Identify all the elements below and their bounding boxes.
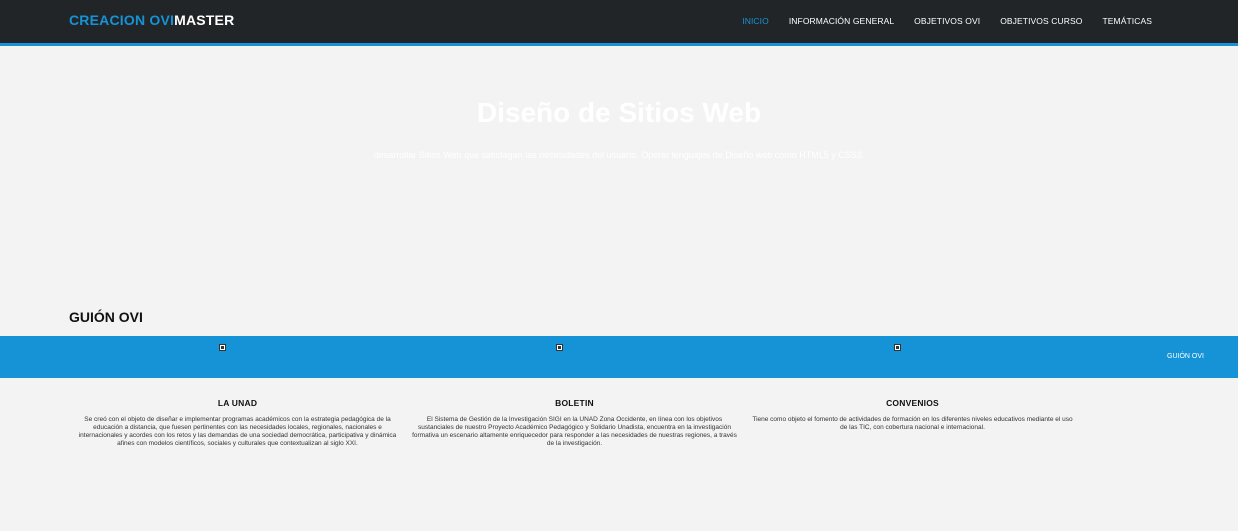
- hero-subtitle: desarrollar Sitios Web que satisfagan la…: [373, 150, 865, 160]
- section-title: GUIÓN OVI: [69, 309, 143, 325]
- column-text: El Sistema de Gestión de la Investigació…: [412, 416, 737, 448]
- guion-ovi-link[interactable]: GUIÓN OVI: [1167, 353, 1204, 360]
- logo-text-secondary: MASTER: [174, 12, 235, 28]
- nav-item-tematicas[interactable]: TEMÁTICAS: [1102, 16, 1152, 26]
- guion-band: GUIÓN OVI: [0, 336, 1238, 378]
- broken-image-icon: [894, 344, 901, 351]
- column-title: BOLETIN: [555, 398, 594, 408]
- nav-item-inicio[interactable]: INICIO: [742, 16, 769, 26]
- nav-item-informacion-general[interactable]: INFORMACIÓN GENERAL: [789, 16, 894, 26]
- nav-item-objetivos-ovi[interactable]: OBJETIVOS OVI: [914, 16, 980, 26]
- site-logo[interactable]: CREACION OVIMASTER: [69, 12, 234, 28]
- top-navbar: CREACION OVIMASTER INICIO INFORMACIÓN GE…: [0, 0, 1238, 46]
- broken-image-icon: [556, 344, 563, 351]
- column-convenios: CONVENIOS Tiene como objeto el fomento d…: [750, 398, 1075, 432]
- column-text: Se creó con el objeto de diseñar e imple…: [78, 416, 397, 448]
- logo-text-primary: CREACION OVI: [69, 12, 175, 28]
- nav-item-objetivos-curso[interactable]: OBJETIVOS CURSO: [1000, 16, 1082, 26]
- hero-title: Diseño de Sitios Web: [476, 97, 762, 128]
- broken-image-icon: [219, 344, 226, 351]
- column-boletin: BOLETIN El Sistema de Gestión de la Inve…: [412, 398, 737, 449]
- column-text: Tiene como objeto el fomento de activida…: [752, 416, 1073, 432]
- main-nav: INICIO INFORMACIÓN GENERAL OBJETIVOS OVI…: [742, 16, 1152, 26]
- column-title: CONVENIOS: [886, 398, 939, 408]
- column-la-unad: LA UNAD Se creó con el objeto de diseñar…: [75, 398, 400, 449]
- column-title: LA UNAD: [217, 398, 258, 408]
